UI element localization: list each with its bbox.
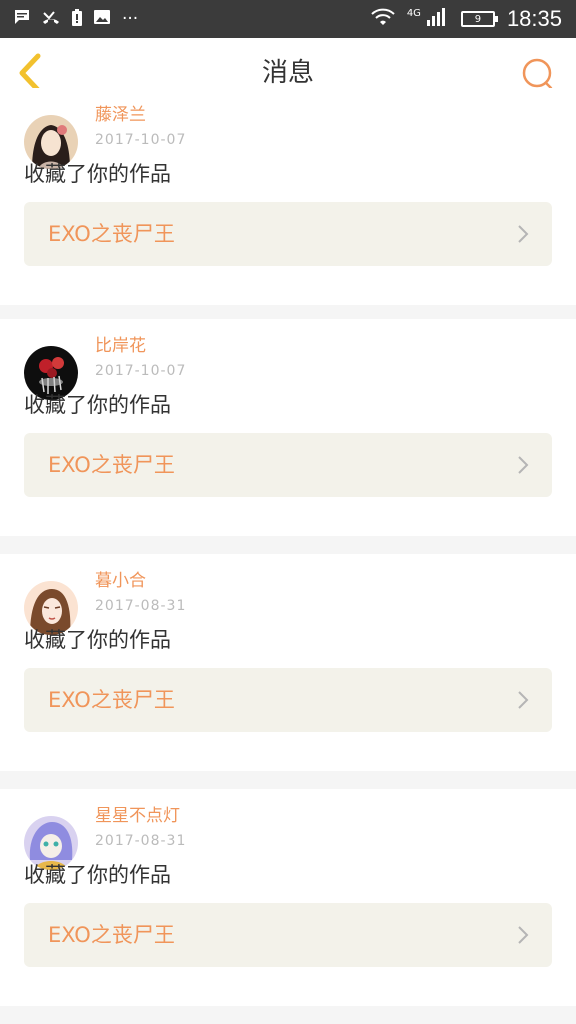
work-title: EXO之丧尸王 xyxy=(48,222,175,246)
image-icon xyxy=(94,9,110,29)
signal-icon xyxy=(426,8,449,30)
work-link[interactable]: EXO之丧尸王 xyxy=(24,903,552,967)
action-text: 收藏了你的作品 xyxy=(24,393,171,417)
chevron-right-icon xyxy=(518,691,529,709)
action-text: 收藏了你的作品 xyxy=(24,162,171,186)
battery-alert-icon xyxy=(72,8,82,30)
search-icon xyxy=(522,58,553,90)
username[interactable]: 比岸花 xyxy=(95,331,146,356)
message-card: 星星不点灯 2017-08-31 收藏了你的作品 EXO之丧尸王 xyxy=(0,789,576,1006)
work-title: EXO之丧尸王 xyxy=(48,453,175,477)
status-bar: ··· 4G 9 18:35 xyxy=(0,0,576,38)
missed-call-icon xyxy=(42,9,60,29)
username[interactable]: 星星不点灯 xyxy=(95,801,180,826)
work-link[interactable]: EXO之丧尸王 xyxy=(24,668,552,732)
action-text: 收藏了你的作品 xyxy=(24,628,171,652)
action-text: 收藏了你的作品 xyxy=(24,863,171,887)
message-date: 2017-10-07 xyxy=(95,363,187,379)
chevron-right-icon xyxy=(518,926,529,944)
message-icon xyxy=(14,9,30,29)
status-bar-notifications: ··· xyxy=(14,8,139,30)
message-card: 暮小合 2017-08-31 收藏了你的作品 EXO之丧尸王 xyxy=(0,554,576,771)
clock: 18:35 xyxy=(506,6,562,31)
more-icon: ··· xyxy=(122,8,139,29)
message-date: 2017-10-07 xyxy=(95,132,187,148)
battery-level: 9 xyxy=(474,13,482,25)
work-link[interactable]: EXO之丧尸王 xyxy=(24,202,552,266)
message-card: 藤泽兰 2017-10-07 收藏了你的作品 EXO之丧尸王 xyxy=(0,88,576,305)
status-bar-system: 4G 9 18:35 xyxy=(371,6,562,32)
username[interactable]: 藤泽兰 xyxy=(95,100,146,125)
work-title: EXO之丧尸王 xyxy=(48,688,175,712)
chevron-right-icon xyxy=(518,225,529,243)
message-card: 比岸花 2017-10-07 收藏了你的作品 EXO之丧尸王 xyxy=(0,319,576,536)
wifi-icon xyxy=(371,8,395,30)
work-link[interactable]: EXO之丧尸王 xyxy=(24,433,552,497)
message-date: 2017-08-31 xyxy=(95,833,187,849)
message-date: 2017-08-31 xyxy=(95,598,187,614)
username[interactable]: 暮小合 xyxy=(95,566,146,591)
search-button[interactable] xyxy=(520,56,556,92)
battery-icon: 9 xyxy=(460,11,498,27)
network-type: 4G xyxy=(406,7,421,19)
chevron-right-icon xyxy=(518,456,529,474)
work-title: EXO之丧尸王 xyxy=(48,923,175,947)
